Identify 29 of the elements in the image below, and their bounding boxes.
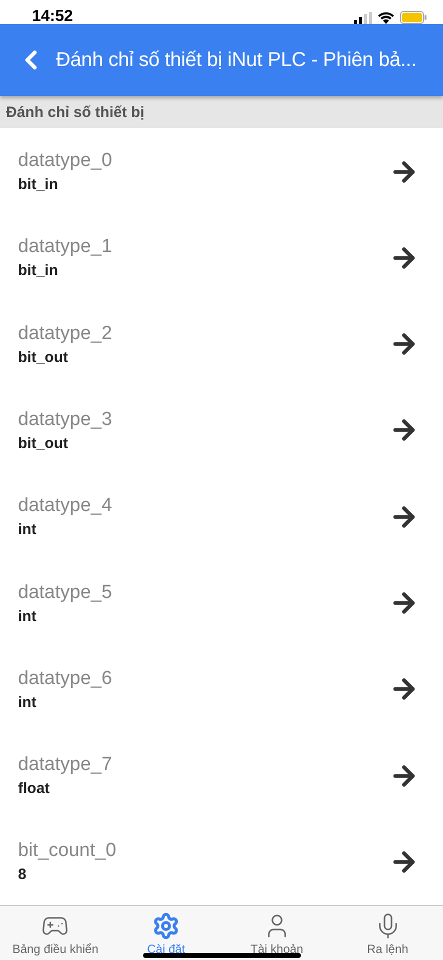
item-value: int xyxy=(18,694,38,711)
tab[interactable]: Bảng điều khiển xyxy=(0,906,111,960)
item-name: datatype_4 xyxy=(18,495,112,518)
item-value: 8 xyxy=(18,866,28,884)
item-name: datatype_5 xyxy=(18,582,112,604)
item-name: datatype_0 xyxy=(18,150,112,172)
battery-icon xyxy=(400,11,427,24)
item-value: bit_in xyxy=(18,176,59,194)
item-value: bit_in xyxy=(18,262,59,280)
wifi-icon xyxy=(378,12,394,24)
item-name: datatype_7 xyxy=(18,754,112,776)
item-name: datatype_6 xyxy=(18,668,112,690)
item-value: int xyxy=(18,521,38,538)
tab[interactable]: Tài khoản xyxy=(222,906,332,960)
settings-icon xyxy=(152,912,180,940)
item-value: bit_out xyxy=(18,348,69,366)
item-value: int xyxy=(18,608,38,625)
item-name: datatype_2 xyxy=(18,322,112,345)
status-time: 14:52 xyxy=(32,8,73,26)
tab[interactable]: Ra lệnh xyxy=(332,906,443,960)
item-name: datatype_1 xyxy=(18,236,112,258)
item-value: float xyxy=(18,780,51,798)
signal-icon xyxy=(354,12,372,24)
tab[interactable]: Cài đặt xyxy=(110,906,222,960)
item-name: datatype_3 xyxy=(18,408,112,431)
header-title: Đánh chỉ số thiết bị iNut PLC - Phiên bả... xyxy=(56,48,416,72)
item-value: bit_out xyxy=(18,434,69,452)
item-name: bit_count_0 xyxy=(18,840,116,862)
section-title: Đánh chỉ số thiết bị xyxy=(6,104,144,121)
